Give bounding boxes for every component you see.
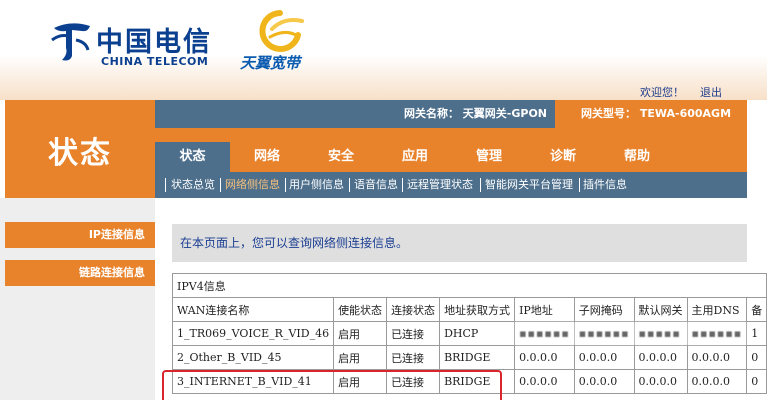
column-header: 连接状态 [386, 297, 441, 322]
cell-wan-name: 3_INTERNET_B_VID_41 [171, 369, 335, 394]
subnav-smart-gateway-platform[interactable]: 智能网关平台管理 [485, 172, 573, 198]
column-header: IP地址 [514, 297, 575, 322]
subnav-user-side-info[interactable]: 用户侧信息 [289, 172, 344, 198]
logo-chinese-text: 中国电信 [96, 27, 212, 58]
header: 中国电信 CHINA TELECOM 天翼宽带 欢迎您！ 退出 [0, 0, 767, 100]
cell-secondary-dns: 0 [746, 345, 767, 370]
cell-connection-status: 已连接 [386, 369, 441, 394]
table-header-row: WAN连接名称 使能状态 连接状态 地址获取方式 IP地址 子网掩码 默认网关 … [171, 297, 767, 322]
tab-security[interactable]: 安全 [304, 142, 378, 172]
cell-address-method: BRIDGE [439, 345, 516, 370]
main-tabs: 状态 网络 安全 应用 管理 诊断 帮助 [155, 128, 747, 172]
subnav-plugin-info[interactable]: 插件信息 [583, 172, 627, 198]
column-header: 备 [746, 297, 767, 322]
china-telecom-logo-icon [51, 23, 90, 61]
cell-connection-status: 已连接 [386, 345, 441, 370]
page-notice: 在本页面上，您可以查询网络侧连接信息。 [172, 224, 747, 262]
subnav-separator [480, 178, 481, 192]
cell-subnet-mask: 0.0.0.0 [573, 369, 635, 394]
subnav-voice-info[interactable]: 语音信息 [354, 172, 398, 198]
cell-address-method: BRIDGE [439, 369, 516, 394]
gateway-model: 网关型号： TEWA-600AGM [555, 100, 747, 128]
cell-default-gateway: 0.0.0.0 [633, 369, 688, 394]
column-header: 主用DNS [686, 297, 748, 322]
subnav-status-overview[interactable]: 状态总览 [171, 172, 215, 198]
cell-primary-dns: 0.0.0.0 [686, 345, 748, 370]
gateway-info-bar: 网关名称： 天翼网关-GPON 网关型号： TEWA-600AGM [155, 100, 747, 128]
gateway-name: 网关名称： 天翼网关-GPON [403, 107, 547, 120]
subnav-separator [349, 178, 350, 192]
page-title: 状态 [5, 100, 155, 200]
subnav-network-side-info[interactable]: 网络侧信息 [225, 172, 280, 198]
logout-link[interactable]: 退出 [700, 84, 722, 100]
column-header: 默认网关 [633, 297, 688, 322]
cell-ip-address: 0.0.0.0 [514, 369, 575, 394]
cell-enable-status: 启用 [333, 345, 388, 370]
cell-enable-status: 启用 [333, 369, 388, 394]
column-header: 使能状态 [333, 297, 388, 322]
cell-subnet-mask: ▪▪▪▪▪▪ [573, 321, 635, 346]
cell-secondary-dns: 1 [746, 321, 767, 346]
column-header: 地址获取方式 [439, 297, 516, 322]
column-header: WAN连接名称 [171, 297, 335, 322]
tab-management[interactable]: 管理 [452, 142, 526, 172]
tab-status[interactable]: 状态 [155, 142, 230, 172]
table-row: 1_TR069_VOICE_R_VID_46 启用 已连接 DHCP ▪▪▪▪▪… [171, 321, 767, 346]
logo-english-text: CHINA TELECOM [101, 55, 209, 68]
cell-wan-name: 2_Other_B_VID_45 [171, 345, 335, 370]
tianyi-brand-logo-icon [259, 10, 304, 52]
sidebar-item-link-connection[interactable]: 链路连接信息 [5, 260, 155, 286]
cell-subnet-mask: 0.0.0.0 [573, 345, 635, 370]
cell-enable-status: 启用 [333, 321, 388, 346]
subnav-separator [220, 178, 221, 192]
cell-wan-name: 1_TR069_VOICE_R_VID_46 [171, 321, 335, 346]
table-row: 2_Other_B_VID_45 启用 已连接 BRIDGE 0.0.0.0 0… [171, 345, 767, 370]
tab-diagnosis[interactable]: 诊断 [526, 142, 600, 172]
sidebar-item-ip-connection[interactable]: IP连接信息 [5, 222, 155, 248]
cell-ip-address: ▪▪▪▪▪▪ [514, 321, 575, 346]
cell-primary-dns: 0.0.0.0 [686, 369, 748, 394]
cell-address-method: DHCP [439, 321, 516, 346]
column-header: 子网掩码 [573, 297, 635, 322]
tab-help[interactable]: 帮助 [600, 142, 674, 172]
table-row: 3_INTERNET_B_VID_41 启用 已连接 BRIDGE 0.0.0.… [171, 369, 767, 394]
tab-network[interactable]: 网络 [230, 142, 304, 172]
subnav-separator [285, 178, 286, 192]
sub-navigation: 状态总览 网络侧信息 用户侧信息 语音信息 远程管理状态 智能网关平台管理 插件… [155, 172, 747, 198]
cell-secondary-dns: 0 [746, 369, 767, 394]
subnav-separator [165, 178, 166, 192]
cell-ip-address: 0.0.0.0 [514, 345, 575, 370]
welcome-text: 欢迎您！ [640, 86, 684, 99]
cell-connection-status: 已连接 [386, 321, 441, 346]
table-caption: IPV4信息 [171, 273, 767, 298]
cell-default-gateway: 0.0.0.0 [633, 345, 688, 370]
brand-name: 天翼宽带 [240, 54, 301, 72]
tab-application[interactable]: 应用 [378, 142, 452, 172]
cell-default-gateway: ▪▪▪▪▪ [633, 321, 688, 346]
subnav-separator [402, 178, 403, 192]
wan-connection-table: IPV4信息 WAN连接名称 使能状态 连接状态 地址获取方式 IP地址 子网掩… [171, 273, 767, 394]
cell-primary-dns: ▪▪▪▪▪▪ [686, 321, 748, 346]
subnav-separator [579, 178, 580, 192]
subnav-remote-management[interactable]: 远程管理状态 [407, 172, 473, 198]
